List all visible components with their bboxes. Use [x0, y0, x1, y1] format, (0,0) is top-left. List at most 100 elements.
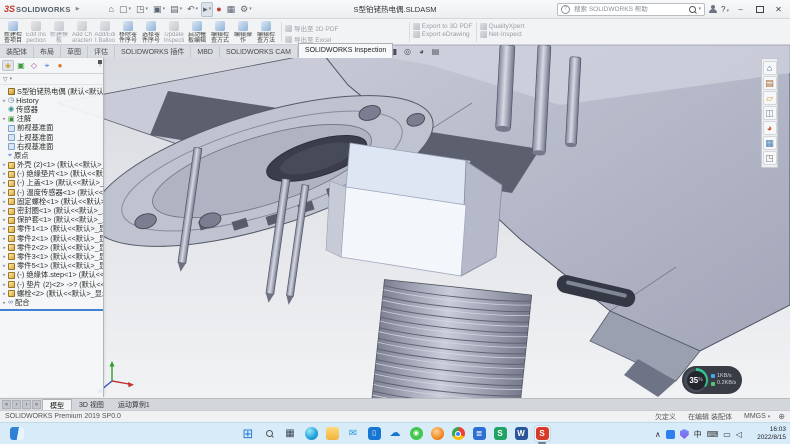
- export-3d-pdf-button[interactable]: Export to 3D PDF: [413, 23, 473, 30]
- tree-item[interactable]: 上视基准面: [0, 133, 103, 142]
- tab-sketch[interactable]: 草图: [61, 46, 88, 58]
- expand-arrow-icon[interactable]: ▸: [1, 171, 8, 177]
- home-icon[interactable]: ⌂: [107, 2, 116, 17]
- expand-arrow-icon[interactable]: ▸: [1, 291, 8, 297]
- tree-item[interactable]: ▸零件1<1> (默认<<默认>_显示状: [0, 225, 103, 234]
- tree-item[interactable]: ▸零件2<1> (默认<<默认>_显示状: [0, 234, 103, 243]
- expand-arrow-icon[interactable]: ▸: [1, 272, 8, 278]
- print-icon[interactable]: ▤▾: [168, 2, 184, 17]
- tab-mbd[interactable]: MBD: [191, 46, 220, 58]
- browser-icon[interactable]: [429, 425, 446, 442]
- undo-icon[interactable]: ↶▾: [185, 2, 200, 17]
- export-2d-pdf-button[interactable]: 导出至 2D PDF: [285, 23, 406, 33]
- view-palette-icon[interactable]: ◫: [763, 106, 777, 120]
- search-icon[interactable]: [689, 6, 696, 13]
- add-characteristic-button[interactable]: Add Characteristic: [71, 20, 93, 44]
- cast-display-icon[interactable]: ▭: [723, 430, 731, 439]
- design-library-icon[interactable]: ▤: [763, 76, 777, 90]
- screen-recorder-overlay[interactable]: 35% 1KB/s 0.2KB/s: [682, 366, 742, 394]
- start-icon[interactable]: ⊞: [240, 425, 257, 442]
- options-gear-icon[interactable]: ⚙▾: [238, 2, 254, 17]
- tree-filter-bar[interactable]: ▽ ▾: [0, 74, 103, 85]
- task-view-icon[interactable]: ▦: [282, 425, 299, 442]
- expand-arrow-icon[interactable]: ▸: [1, 199, 8, 205]
- taskbar-clock[interactable]: 16:03 2022/8/15: [757, 426, 786, 442]
- tree-item[interactable]: ▸固定螺栓<1> (默认<<默认>_显示: [0, 197, 103, 206]
- select-cursor-icon[interactable]: ▸▾: [201, 2, 213, 17]
- edit-inspection-method-button[interactable]: 编辑检查方法: [255, 20, 277, 44]
- file-explorer-icon[interactable]: [324, 425, 341, 442]
- edge-icon[interactable]: [303, 425, 320, 442]
- minimize-button[interactable]: –: [733, 2, 748, 16]
- word-icon[interactable]: W: [513, 425, 530, 442]
- new-inspection-project-button[interactable]: 新建检查项目 (amp;N): [2, 20, 24, 44]
- tree-item[interactable]: ▸密封圈<1> (默认<<默认>_显示状: [0, 206, 103, 215]
- tabs-scroll-left[interactable]: ‹: [12, 400, 21, 409]
- tree-item[interactable]: ⌖原点: [0, 151, 103, 160]
- model-canvas[interactable]: [0, 45, 790, 398]
- tree-item[interactable]: ▸(-) 绝缘垫片<1> (默认<<默认>_显: [0, 170, 103, 179]
- edit-mode[interactable]: 在编辑 装配体: [688, 412, 732, 422]
- onedrive-icon[interactable]: ☁: [387, 425, 404, 442]
- expand-arrow-icon[interactable]: ▸: [1, 300, 8, 306]
- user-account-button[interactable]: [709, 5, 717, 14]
- add-edit-balloons-button[interactable]: Add/Edit Balloons: [94, 20, 116, 44]
- tree-item[interactable]: ▸(-) 绝缘体.step<1> (默认<<默认>: [0, 271, 103, 280]
- tree-item[interactable]: ▸零件3<1> (默认<<默认>_显示状: [0, 252, 103, 261]
- dimxpert-tab[interactable]: ⌖: [41, 60, 53, 71]
- tree-item[interactable]: ▸▣注解: [0, 115, 103, 124]
- new-template-button[interactable]: 新建模板: [48, 20, 70, 44]
- tree-item[interactable]: ▸∞配合: [0, 298, 103, 307]
- tab-evaluate[interactable]: 评估: [88, 46, 115, 58]
- expand-arrow-icon[interactable]: ▸: [1, 245, 8, 251]
- expand-arrow-icon[interactable]: ▸: [1, 208, 8, 214]
- expand-arrow-icon[interactable]: ▸: [1, 190, 8, 196]
- expand-arrow-icon[interactable]: ▸: [1, 180, 8, 186]
- new-file-icon[interactable]: ▢▾: [117, 2, 133, 17]
- tab-solidworks-addins[interactable]: SOLIDWORKS 插件: [115, 46, 191, 58]
- edit-inspection-project-button[interactable]: Edit Inspection Project: [25, 20, 47, 44]
- tree-item[interactable]: ▸(-) 上盖<1> (默认<<默认>_显示状: [0, 179, 103, 188]
- qualityxpert-button[interactable]: QualityXpert: [480, 23, 525, 30]
- tab-motion-study-1[interactable]: 运动算例1: [111, 400, 157, 411]
- open-file-icon[interactable]: ◳▾: [134, 2, 150, 17]
- net-inspect-button[interactable]: Net-Inspect: [480, 31, 525, 38]
- hide-show-icon[interactable]: ◎: [402, 46, 413, 57]
- sheets-app-icon[interactable]: S: [492, 425, 509, 442]
- tree-item[interactable]: 右视基准面: [0, 142, 103, 151]
- tree-item[interactable]: ▸外壳 (2)<1> (默认<<默认>_显示状: [0, 161, 103, 170]
- help-search-box[interactable]: ? ▾: [557, 3, 705, 16]
- chrome-icon[interactable]: [450, 425, 467, 442]
- tray-expand-icon[interactable]: ∧: [655, 430, 661, 439]
- scene-icon[interactable]: ▤: [430, 46, 441, 57]
- edit-operations-button[interactable]: 编辑操作: [232, 20, 254, 44]
- save-icon[interactable]: ▣▾: [151, 2, 167, 17]
- tray-app-icon[interactable]: [666, 430, 675, 439]
- tab-3d-views[interactable]: 3D 视图: [72, 400, 111, 411]
- select-balloons-button[interactable]: 选择零件序号: [140, 20, 162, 44]
- featuremanager-tab[interactable]: ◈: [2, 60, 14, 71]
- propertymanager-tab[interactable]: ▣: [15, 60, 27, 71]
- tree-item[interactable]: ▸(-) 垫片 (2)<2> ->? (默认<<默认: [0, 280, 103, 289]
- edit-inspection-methods-button[interactable]: 编辑检查方式: [209, 20, 231, 44]
- displaymanager-tab[interactable]: ●: [54, 60, 66, 71]
- configurationmanager-tab[interactable]: ◇: [28, 60, 40, 71]
- custom-properties-icon[interactable]: ▦: [763, 136, 777, 150]
- panel-pin-icon[interactable]: [98, 60, 102, 64]
- model-threaded-stud[interactable]: [367, 280, 532, 398]
- appearances-icon[interactable]: ◕: [763, 121, 777, 135]
- export-edrawing-button[interactable]: Export eDrawing: [413, 31, 473, 38]
- help-button[interactable]: ?▾: [721, 5, 729, 14]
- tab-layout[interactable]: 布局: [34, 46, 61, 58]
- volume-icon[interactable]: ◁: [736, 430, 742, 439]
- tree-item[interactable]: ▸(-) 温度传感器<1> (默认<<默认>_: [0, 188, 103, 197]
- remove-balloons-button[interactable]: 移除零件序号: [117, 20, 139, 44]
- security-shield-icon[interactable]: [680, 429, 689, 439]
- file-explorer-icon[interactable]: ▱: [763, 91, 777, 105]
- expand-arrow-icon[interactable]: ▸: [1, 217, 8, 223]
- expand-arrow-icon[interactable]: ▸: [1, 116, 8, 122]
- tree-item[interactable]: 前视基准面: [0, 124, 103, 133]
- tree-item[interactable]: ▸零件2<2> (默认<<默认>_显示状: [0, 243, 103, 252]
- display-settings-icon[interactable]: ▦: [225, 2, 238, 17]
- wechat-icon[interactable]: ◉: [408, 425, 425, 442]
